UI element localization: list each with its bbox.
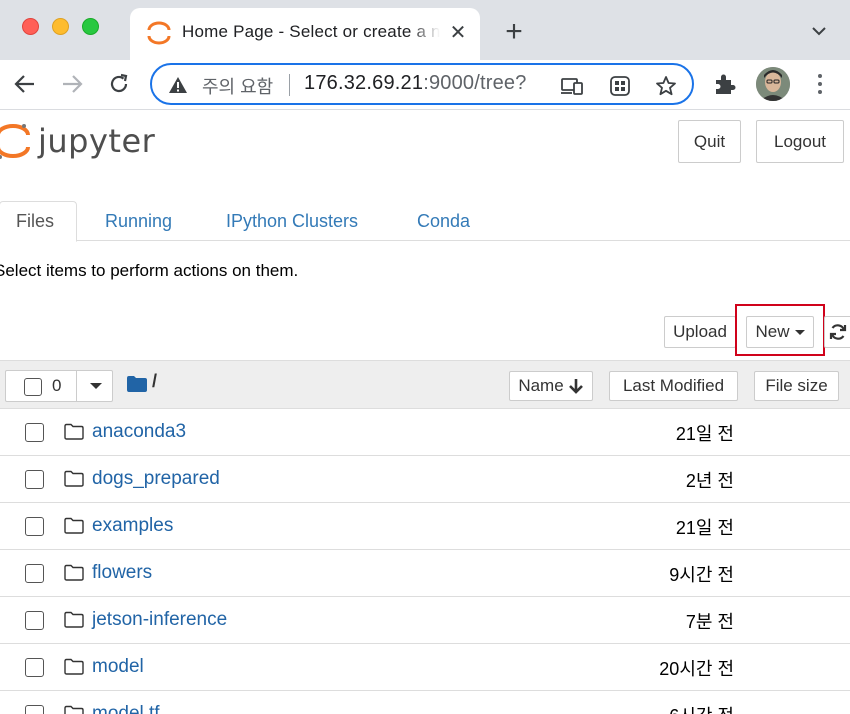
warning-triangle-icon[interactable] bbox=[168, 75, 188, 95]
folder-icon bbox=[64, 470, 84, 487]
refresh-button[interactable] bbox=[824, 316, 850, 348]
browser-tab-strip: Home Page - Select or create a notebook … bbox=[0, 0, 850, 60]
selection-hint: Select items to perform actions on them. bbox=[0, 261, 299, 280]
item-modified: 6시간 전 bbox=[669, 702, 734, 714]
sort-by-name-button[interactable]: Name bbox=[509, 371, 593, 401]
logo-text: jupyter bbox=[38, 122, 156, 160]
window-minimize-button[interactable] bbox=[52, 18, 69, 35]
address-bar[interactable]: 주의 요함 176.32.69.21:9000/tree? bbox=[150, 63, 694, 105]
browser-tab-active[interactable]: Home Page - Select or create a notebook … bbox=[130, 8, 480, 60]
item-checkbox[interactable] bbox=[25, 470, 44, 489]
item-checkbox[interactable] bbox=[25, 658, 44, 677]
url-path: :9000/tree? bbox=[423, 72, 527, 94]
tab-title: Home Page - Select or create a notebook bbox=[182, 22, 440, 42]
item-name-link[interactable]: jetson-inference bbox=[92, 609, 227, 631]
bookmark-star-icon[interactable] bbox=[654, 74, 678, 98]
sort-name-label: Name bbox=[518, 376, 564, 395]
item-name-link[interactable]: anaconda3 bbox=[92, 421, 186, 443]
item-modified: 21일 전 bbox=[675, 424, 734, 444]
profile-avatar[interactable] bbox=[756, 67, 790, 101]
select-menu-caret-icon[interactable] bbox=[90, 383, 102, 389]
select-all-checkbox[interactable] bbox=[24, 378, 42, 396]
browser-menu-icon[interactable] bbox=[810, 71, 830, 97]
tab-ipython-clusters[interactable]: IPython Clusters bbox=[226, 201, 358, 241]
browser-toolbar: 주의 요함 176.32.69.21:9000/tree? bbox=[0, 60, 850, 110]
address-divider bbox=[289, 74, 290, 96]
back-arrow-icon bbox=[14, 75, 34, 93]
list-item[interactable]: anaconda3 21일 전 bbox=[0, 409, 850, 456]
list-item[interactable]: dogs_prepared 2년 전 bbox=[0, 456, 850, 503]
tab-close-icon[interactable]: ✕ bbox=[446, 20, 470, 44]
reload-button[interactable] bbox=[104, 69, 134, 99]
logout-button[interactable]: Logout bbox=[756, 120, 844, 163]
list-item[interactable]: flowers 9시간 전 bbox=[0, 550, 850, 597]
item-checkbox[interactable] bbox=[25, 517, 44, 536]
file-list-header: 0 / Name Last Modified File size bbox=[0, 360, 850, 409]
sort-by-file-size-button[interactable]: File size bbox=[754, 371, 839, 401]
folder-icon bbox=[64, 658, 84, 675]
item-modified: 21일 전 bbox=[675, 518, 734, 538]
select-divider bbox=[76, 371, 77, 401]
window-zoom-button[interactable] bbox=[82, 18, 99, 35]
home-folder-icon[interactable] bbox=[127, 376, 147, 392]
folder-icon bbox=[64, 517, 84, 534]
dashboard-tabs: Files Running IPython Clusters Conda bbox=[0, 201, 850, 242]
quit-button[interactable]: Quit bbox=[678, 120, 741, 163]
url-host: 176.32.69.21 bbox=[304, 72, 424, 94]
url-text[interactable]: 176.32.69.21:9000/tree? bbox=[304, 72, 527, 95]
item-checkbox[interactable] bbox=[25, 611, 44, 630]
item-modified: 2년 전 bbox=[685, 471, 734, 491]
arrow-down-icon bbox=[568, 379, 583, 394]
refresh-icon bbox=[829, 324, 847, 340]
forward-button[interactable] bbox=[57, 69, 87, 99]
jupyter-logo[interactable]: jupyter bbox=[0, 121, 155, 161]
item-modified: 9시간 전 bbox=[669, 565, 734, 585]
item-name-link[interactable]: model bbox=[92, 656, 144, 678]
jupyter-page: jupyter Quit Logout Files Running IPytho… bbox=[0, 111, 850, 714]
folder-icon bbox=[64, 705, 84, 714]
list-item[interactable]: model.tf 6시간 전 bbox=[0, 691, 850, 714]
folder-icon bbox=[64, 611, 84, 628]
tab-conda[interactable]: Conda bbox=[417, 201, 470, 241]
folder-icon bbox=[64, 564, 84, 581]
breadcrumb-root[interactable]: / bbox=[152, 371, 157, 392]
item-checkbox[interactable] bbox=[25, 564, 44, 583]
jupyter-favicon-icon bbox=[147, 21, 171, 45]
folder-icon bbox=[64, 423, 84, 440]
tab-running[interactable]: Running bbox=[105, 201, 172, 241]
item-checkbox[interactable] bbox=[25, 423, 44, 442]
back-button[interactable] bbox=[10, 69, 40, 99]
item-modified: 7분 전 bbox=[685, 612, 734, 632]
qr-code-icon[interactable] bbox=[608, 74, 632, 98]
tab-search-chevron-icon[interactable] bbox=[808, 20, 830, 42]
item-name-link[interactable]: dogs_prepared bbox=[92, 468, 220, 490]
jupyter-logo-icon bbox=[0, 124, 30, 159]
item-name-link[interactable]: flowers bbox=[92, 562, 152, 584]
tab-files[interactable]: Files bbox=[0, 201, 78, 242]
item-name-link[interactable]: examples bbox=[92, 515, 173, 537]
list-item[interactable]: jetson-inference 7분 전 bbox=[0, 597, 850, 644]
list-item[interactable]: examples 21일 전 bbox=[0, 503, 850, 550]
upload-button[interactable]: Upload bbox=[664, 316, 736, 348]
item-name-link[interactable]: model.tf bbox=[92, 703, 160, 714]
new-tab-button[interactable]: + bbox=[500, 17, 528, 47]
security-warning-label[interactable]: 주의 요함 bbox=[202, 73, 273, 99]
window-close-button[interactable] bbox=[22, 18, 39, 35]
sort-by-last-modified-button[interactable]: Last Modified bbox=[609, 371, 738, 401]
selected-count: 0 bbox=[52, 376, 62, 395]
item-checkbox[interactable] bbox=[25, 705, 44, 714]
extensions-puzzle-icon[interactable] bbox=[712, 71, 738, 97]
forward-arrow-icon bbox=[63, 75, 83, 93]
list-item[interactable]: model 20시간 전 bbox=[0, 644, 850, 691]
reload-icon bbox=[110, 73, 128, 93]
new-button-highlight bbox=[735, 304, 825, 356]
install-app-icon[interactable] bbox=[560, 74, 584, 98]
select-all-group: 0 bbox=[5, 370, 113, 402]
item-modified: 20시간 전 bbox=[659, 659, 734, 679]
